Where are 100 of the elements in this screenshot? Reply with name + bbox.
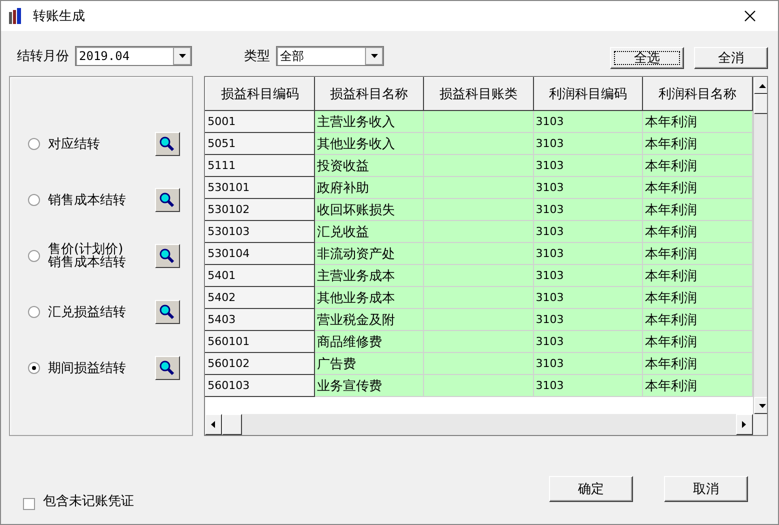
- radio-button[interactable]: [28, 362, 40, 374]
- column-header[interactable]: 利润科目名称: [642, 78, 752, 110]
- table-cell: 本年利润: [642, 132, 752, 154]
- type-dropdown[interactable]: 全部: [276, 46, 384, 66]
- table-cell: 3103: [533, 176, 643, 198]
- search-icon: [159, 136, 176, 152]
- table-cell: 3103: [533, 374, 643, 396]
- table-cell: 商品维修费: [314, 330, 424, 352]
- column-header[interactable]: 损益科目账类: [424, 78, 534, 110]
- close-icon: [744, 10, 756, 22]
- option-label: 期间损益结转: [48, 362, 127, 374]
- scrollbar-corner: [752, 414, 767, 435]
- column-header[interactable]: 损益科目编码: [205, 78, 314, 110]
- scroll-down-button[interactable]: [754, 397, 767, 414]
- search-button[interactable]: [154, 244, 180, 268]
- scroll-thumb[interactable]: [222, 414, 242, 435]
- table-cell: 本年利润: [642, 308, 752, 330]
- table-cell: 3103: [533, 132, 643, 154]
- scroll-right-button[interactable]: [736, 414, 753, 435]
- table-cell: 5403: [205, 308, 314, 330]
- table-cell: 其他业务收入: [314, 132, 424, 154]
- table-cell: 业务宣传费: [314, 374, 424, 396]
- table-cell: 3103: [533, 242, 643, 264]
- option-label: 销售成本结转: [48, 194, 127, 206]
- table-cell: 5402: [205, 286, 314, 308]
- caret-icon: [758, 404, 766, 408]
- table-cell: 560101: [205, 330, 314, 352]
- table-cell: 本年利润: [642, 154, 752, 176]
- checkbox-label: 包含未记账凭证: [43, 493, 135, 510]
- table-cell: 本年利润: [642, 330, 752, 352]
- table-cell: 非流动资产处: [314, 242, 424, 264]
- table-cell: 3103: [533, 352, 643, 374]
- type-label: 类型: [244, 48, 270, 65]
- scroll-thumb[interactable]: [754, 94, 767, 114]
- table-cell: 本年利润: [642, 176, 752, 198]
- dialog-button[interactable]: 取消: [664, 476, 748, 502]
- option-label: 对应结转: [48, 138, 101, 150]
- table-cell: 营业税金及附: [314, 308, 424, 330]
- column-header[interactable]: 利润科目编码: [533, 78, 643, 110]
- option-label: 售价(计划价) 销售成本结转: [48, 243, 127, 269]
- radio-button[interactable]: [28, 194, 40, 206]
- table-cell: 本年利润: [642, 352, 752, 374]
- search-button[interactable]: [154, 356, 180, 380]
- table-cell: 3103: [533, 286, 643, 308]
- table-cell: 汇兑收益: [314, 220, 424, 242]
- table-cell: 本年利润: [642, 374, 752, 396]
- table-cell: 其他业务成本: [314, 286, 424, 308]
- caret-icon: [178, 54, 186, 58]
- search-button[interactable]: [154, 188, 180, 212]
- search-button[interactable]: [154, 132, 180, 156]
- scroll-left-button[interactable]: [204, 414, 222, 435]
- column-header[interactable]: 损益科目名称: [314, 78, 424, 110]
- table-cell: 530104: [205, 242, 314, 264]
- table-cell: 5401: [205, 264, 314, 286]
- search-icon: [159, 248, 176, 264]
- table-cell: 3103: [533, 330, 643, 352]
- table-cell: 本年利润: [642, 220, 752, 242]
- table-cell: 本年利润: [642, 242, 752, 264]
- table-cell: 主营业务成本: [314, 264, 424, 286]
- table-cell: 主营业务收入: [314, 110, 424, 132]
- table-cell: 3103: [533, 220, 643, 242]
- search-icon: [159, 360, 176, 376]
- search-icon: [159, 304, 176, 320]
- table-cell: 3103: [533, 308, 643, 330]
- caret-icon: [742, 421, 746, 428]
- table-cell: 3103: [533, 110, 643, 132]
- option-label: 汇兑损益结转: [48, 306, 127, 318]
- month-dropdown[interactable]: 2019.04: [75, 46, 192, 66]
- caret-icon: [370, 54, 378, 58]
- dropdown-button[interactable]: [173, 47, 191, 65]
- search-button[interactable]: [154, 300, 180, 324]
- table-cell: 560102: [205, 352, 314, 374]
- table-cell: 本年利润: [642, 286, 752, 308]
- table-cell: 3103: [533, 264, 643, 286]
- table-cell: 广告费: [314, 352, 424, 374]
- select-button[interactable]: 全消: [694, 47, 768, 69]
- dropdown-button[interactable]: [365, 47, 383, 65]
- table-cell: 530102: [205, 198, 314, 220]
- month-label: 结转月份: [17, 48, 69, 65]
- vertical-scrollbar[interactable]: [752, 77, 767, 414]
- table-cell: 收回坏账损失: [314, 198, 424, 220]
- table-cell: 5111: [205, 154, 314, 176]
- table-cell: 560103: [205, 374, 314, 396]
- radio-button[interactable]: [28, 306, 40, 318]
- horizontal-scrollbar[interactable]: [204, 414, 753, 435]
- radio-button[interactable]: [28, 138, 40, 150]
- caret-icon: [211, 421, 216, 428]
- table-cell: 政府补助: [314, 176, 424, 198]
- table-cell: 投资收益: [314, 154, 424, 176]
- radio-button[interactable]: [28, 250, 40, 262]
- search-icon: [159, 192, 176, 208]
- scroll-up-button[interactable]: [754, 77, 767, 94]
- table-cell: 本年利润: [642, 264, 752, 286]
- dialog-button[interactable]: 确定: [549, 476, 633, 502]
- table-cell: 530101: [205, 176, 314, 198]
- select-button[interactable]: 全选: [610, 47, 684, 69]
- table-cell: 5051: [205, 132, 314, 154]
- table-cell: 3103: [533, 154, 643, 176]
- table-cell: 本年利润: [642, 198, 752, 220]
- checkbox[interactable]: [23, 498, 35, 510]
